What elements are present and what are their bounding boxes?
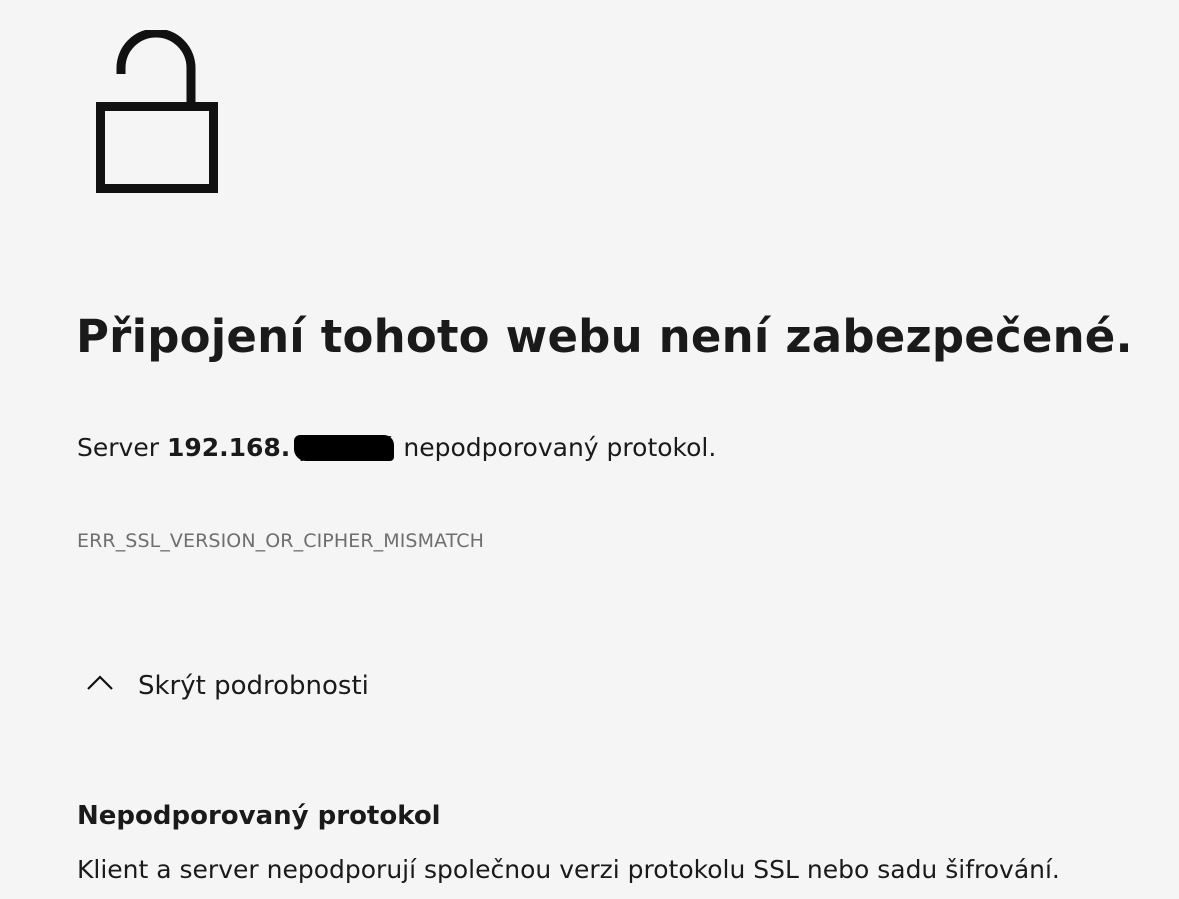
error-description: Server 192.168. používá nepodporovaný pr… [77, 429, 716, 467]
unlocked-padlock-icon [94, 30, 220, 196]
error-code: ERR_SSL_VERSION_OR_CIPHER_MISMATCH [77, 530, 485, 552]
details-body: Klient a server nepodporují společnou ve… [77, 855, 1060, 884]
redaction-mark [293, 435, 394, 461]
details-heading: Nepodporovaný protokol [77, 801, 441, 831]
chevron-up-icon [76, 664, 122, 708]
host-wrap: 192.168. [166, 429, 394, 467]
hide-details-label: Skrýt podrobnosti [138, 671, 369, 701]
page-title: Připojení tohoto webu není zabezpečené. [76, 310, 1133, 363]
error-page: Připojení tohoto webu není zabezpečené. … [0, 0, 1179, 899]
description-prefix: Server [77, 433, 167, 462]
hide-details-button[interactable]: Skrýt podrobnosti [76, 664, 369, 708]
server-host: 192.168. [166, 433, 291, 462]
